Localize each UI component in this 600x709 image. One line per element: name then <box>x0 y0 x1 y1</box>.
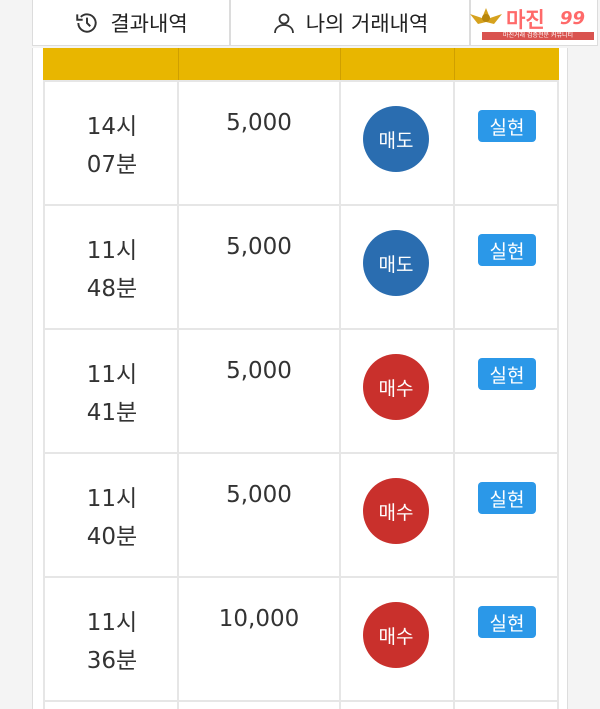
time-cell: 11시 48분 <box>43 206 179 328</box>
time-text: 11시 41분 <box>45 356 179 432</box>
header-cell-amount <box>179 48 341 80</box>
type-cell: 매수 <box>341 330 455 452</box>
watermark-logo: 마진 99 마진거래 검증전문 커뮤니티 <box>466 4 596 40</box>
status-badge: 실현 <box>478 606 536 638</box>
logo-tag-icon: 99 <box>560 8 585 28</box>
type-cell: 매수 <box>341 578 455 700</box>
table-header-row <box>43 48 559 80</box>
time-text: 11시 48분 <box>45 232 179 308</box>
time-hour: 14시 <box>86 114 138 140</box>
time-hour: 11시 <box>86 610 138 636</box>
status-badge: 실현 <box>478 358 536 390</box>
buy-badge: 매수 <box>363 478 429 544</box>
time-minute: 40분 <box>86 524 138 550</box>
time-minute: 48분 <box>86 276 138 302</box>
type-cell: 매도 <box>341 82 455 204</box>
logo-subtitle: 마진거래 검증전문 커뮤니티 <box>482 32 594 40</box>
time-cell <box>43 702 179 709</box>
time-cell: 11시 40분 <box>43 454 179 576</box>
time-cell: 11시 36분 <box>43 578 179 700</box>
time-hour: 11시 <box>86 238 138 264</box>
amount-text: 5,000 <box>226 234 292 260</box>
history-icon <box>76 12 97 33</box>
header-cell-type <box>341 48 455 80</box>
amount-cell: 5,000 <box>179 206 341 328</box>
status-cell: 실현 <box>455 454 559 576</box>
amount-cell: 5,000 <box>179 454 341 576</box>
table-row: 11시 36분 10,000 매수 실현 <box>43 576 559 700</box>
time-text: 11시 36분 <box>45 604 179 680</box>
status-badge: 실현 <box>478 110 536 142</box>
amount-cell: 5,000 <box>179 330 341 452</box>
sell-badge: 매도 <box>363 106 429 172</box>
eagle-emblem-icon <box>470 8 502 24</box>
amount-cell: 10,000 <box>179 578 341 700</box>
status-cell: 실현 <box>455 578 559 700</box>
time-text: 14시 07분 <box>45 108 179 184</box>
svg-text:99: 99 <box>560 8 585 28</box>
time-hour: 11시 <box>86 486 138 512</box>
buy-badge: 매수 <box>363 602 429 668</box>
table-row: 11시 40분 5,000 매수 실현 <box>43 452 559 576</box>
trade-table: 14시 07분 5,000 매도 실현 11시 48분 5,000 매도 실현 <box>32 48 568 709</box>
amount-text: 5,000 <box>226 358 292 384</box>
tab-bar: 결과내역 나의 거래내역 마진 99 마진거래 검증전문 커뮤니티 <box>0 0 600 48</box>
status-badge: 실현 <box>478 234 536 266</box>
status-cell: 실현 <box>455 330 559 452</box>
amount-cell <box>179 702 341 709</box>
user-icon <box>273 13 294 33</box>
time-cell: 14시 07분 <box>43 82 179 204</box>
tab-my-trades-label: 나의 거래내역 <box>305 11 429 36</box>
amount-cell: 5,000 <box>179 82 341 204</box>
header-cell-status <box>455 48 559 80</box>
tab-result-history[interactable]: 결과내역 <box>32 0 230 46</box>
buy-badge: 매수 <box>363 354 429 420</box>
time-minute: 36분 <box>86 648 138 674</box>
table-row: 14시 07분 5,000 매도 실현 <box>43 80 559 204</box>
table-row: 11시 48분 5,000 매도 실현 <box>43 204 559 328</box>
logo-title: 마진 <box>506 8 545 32</box>
time-minute: 41분 <box>86 400 138 426</box>
type-cell <box>341 702 455 709</box>
status-badge: 실현 <box>478 482 536 514</box>
tab-result-history-label: 결과내역 <box>110 11 188 36</box>
amount-text: 5,000 <box>226 110 292 136</box>
status-cell: 실현 <box>455 82 559 204</box>
header-cell-time <box>43 48 179 80</box>
amount-text: 10,000 <box>218 606 300 632</box>
time-text: 11시 40분 <box>45 480 179 556</box>
time-hour: 11시 <box>86 362 138 388</box>
tab-my-trades[interactable]: 나의 거래내역 <box>230 0 470 46</box>
status-cell <box>455 702 559 709</box>
table-row: 11시 41분 5,000 매수 실현 <box>43 328 559 452</box>
time-cell: 11시 41분 <box>43 330 179 452</box>
table-row-partial <box>43 700 559 709</box>
time-minute: 07분 <box>86 152 138 178</box>
type-cell: 매도 <box>341 206 455 328</box>
type-cell: 매수 <box>341 454 455 576</box>
amount-text: 5,000 <box>226 482 292 508</box>
status-cell: 실현 <box>455 206 559 328</box>
sell-badge: 매도 <box>363 230 429 296</box>
